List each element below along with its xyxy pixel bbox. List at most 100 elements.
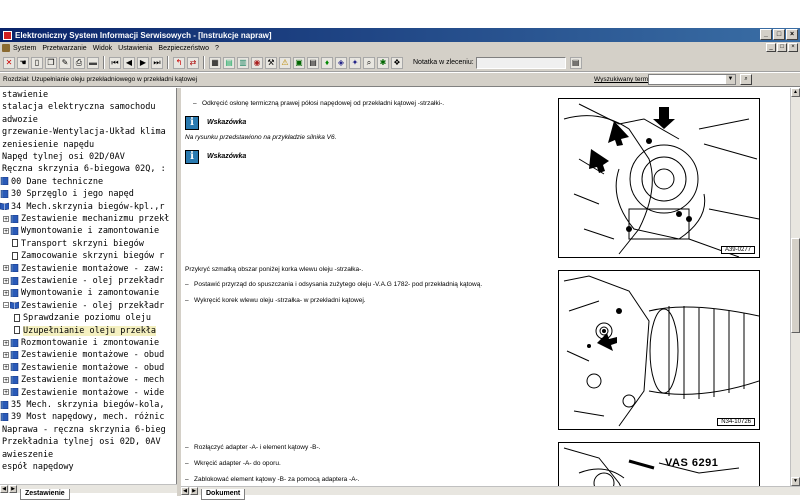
tree-item[interactable]: + Wymontowanie i zamontowanie [3, 287, 159, 299]
tab-dokument[interactable]: Dokument [201, 489, 246, 500]
expand-toggle-icon[interactable]: + [3, 277, 9, 284]
tree-item[interactable]: Naprawa - ręczna skrzynia 6-bieg [2, 424, 166, 436]
warning-icon[interactable]: ⚠ [279, 56, 291, 69]
module-icon[interactable]: ▣ [293, 56, 305, 69]
scroll-right-icon[interactable]: ▶ [190, 487, 198, 495]
previous-page-icon[interactable]: ◀ [123, 56, 135, 69]
collapse-toggle-icon[interactable]: − [3, 302, 9, 309]
tree-item[interactable]: Napęd tylnej osi 02D/0AV [2, 151, 125, 163]
expand-toggle-icon[interactable]: + [3, 227, 9, 234]
tree-item[interactable]: 39 Most napędowy, mech. różnic [0, 411, 165, 423]
tree-item[interactable]: espół napędowy [2, 461, 74, 473]
tree-item[interactable]: + Wymontowanie i zamontowanie [3, 225, 159, 237]
menu-bezpieczenstwo[interactable]: Bezpieczeństwo [158, 45, 209, 52]
new-document-icon[interactable]: ▯ [31, 56, 43, 69]
tree-item[interactable]: zeniesienie napędu [2, 139, 94, 151]
edit-icon[interactable]: ✎ [59, 56, 71, 69]
copy-icon[interactable]: ❐ [45, 56, 57, 69]
swap-icon[interactable]: ⇄ [187, 56, 199, 69]
back-icon[interactable]: ↰ [173, 56, 185, 69]
tree-item[interactable]: + Zestawienie montażowe - mech [3, 374, 164, 386]
tab-zestawienie[interactable]: Zestawienie [20, 489, 70, 500]
tree-item[interactable]: + Zestawienie mechanizmu przekł [3, 213, 169, 225]
document-horizontal-scrollbar[interactable]: ◀ ▶ [181, 486, 800, 495]
settings-icon[interactable]: ✱ [377, 56, 389, 69]
first-page-icon[interactable]: ⏮ [109, 56, 121, 69]
print-icon[interactable]: ⎙ [73, 56, 85, 69]
tree-item[interactable]: Ręczna skrzynia 6-biegowa 02Q, : [2, 163, 166, 175]
mdi-minimize-button[interactable]: _ [766, 43, 776, 52]
mdi-restore-button[interactable]: □ [777, 43, 787, 52]
tree-item[interactable]: − Zestawienie - olej przekładr [3, 300, 164, 312]
scroll-right-icon[interactable]: ▶ [9, 485, 17, 493]
close-button[interactable]: × [786, 29, 798, 40]
mdi-close-button[interactable]: × [788, 43, 798, 52]
menu-system[interactable]: System [13, 45, 36, 52]
document-system-icon[interactable] [2, 44, 10, 52]
diagnostic-icon[interactable]: ♦ [321, 56, 333, 69]
book-green-icon[interactable]: ▥ [237, 56, 249, 69]
menu-widok[interactable]: Widok [93, 45, 112, 52]
tag-icon[interactable]: ❖ [391, 56, 403, 69]
tree-item[interactable]: Uzupełnianie oleju przekła [14, 325, 157, 337]
car-icon[interactable]: ▬ [87, 56, 99, 69]
scroll-left-icon[interactable]: ◀ [181, 487, 189, 495]
expand-toggle-icon[interactable]: + [3, 389, 9, 396]
navigation-tree[interactable]: stawienie stalacja elektryczna samochodu a… [0, 88, 177, 484]
hand-icon[interactable]: ☚ [17, 56, 29, 69]
wrench-icon[interactable]: ⚒ [265, 56, 277, 69]
tree-item[interactable]: + Zestawienie montażowe - zaw: [3, 263, 164, 275]
exit-icon[interactable]: ✕ [3, 56, 15, 69]
tree-item[interactable]: Przekładnia tylnej osi 02D, 0AV [2, 436, 161, 448]
scroll-up-icon[interactable]: ▲ [791, 88, 800, 97]
scroll-left-icon[interactable]: ◀ [0, 485, 8, 493]
scroll-thumb[interactable] [791, 238, 800, 333]
document-vertical-scrollbar[interactable]: ▲ ▼ [790, 88, 800, 486]
tree-item[interactable]: 34 Mech.skrzynia biegów-kpl.,r [0, 201, 165, 213]
tree-item[interactable]: Zamocowanie skrzyni biegów r [3, 250, 164, 262]
menu-ustawienia[interactable]: Ustawienia [118, 45, 152, 52]
tree-item[interactable]: Sprawdzanie poziomu oleju [14, 312, 151, 324]
maximize-button[interactable]: □ [773, 29, 785, 40]
tree-item[interactable]: adwozie [2, 114, 38, 126]
tree-item[interactable]: stalacja elektryczna samochodu [2, 101, 156, 113]
tree-item[interactable]: Transport skrzyni biegów [3, 238, 144, 250]
tool-icon[interactable]: ✦ [349, 56, 361, 69]
grid-icon[interactable]: ▦ [209, 56, 221, 69]
scroll-down-icon[interactable]: ▼ [791, 477, 800, 486]
expand-toggle-icon[interactable]: + [3, 339, 9, 346]
tree-item[interactable]: 35 Mech. skrzynia biegów-kola, [0, 399, 165, 411]
expand-toggle-icon[interactable]: + [3, 265, 9, 272]
last-page-icon[interactable]: ⏭ [151, 56, 163, 69]
notatka-edit-icon[interactable]: ▤ [569, 56, 582, 69]
book-icon[interactable]: ▤ [223, 56, 235, 69]
tree-item[interactable]: awieszenie [2, 449, 53, 461]
tree-item[interactable]: + Zestawienie montażowe - obud [3, 349, 164, 361]
tree-item[interactable]: + Zestawienie montażowe - wide [3, 387, 164, 399]
tree-item[interactable]: grzewanie-Wentylacja-Układ klima [2, 126, 166, 138]
minimize-button[interactable]: _ [760, 29, 772, 40]
menu-help[interactable]: ? [215, 45, 219, 52]
expand-toggle-icon[interactable]: + [3, 364, 9, 371]
tree-item[interactable]: + Rozmontowanie i zmontowanie [3, 337, 159, 349]
tree-item[interactable]: + Zestawienie montażowe - obud [3, 362, 164, 374]
bulb-icon[interactable]: ◈ [335, 56, 347, 69]
disc-icon[interactable]: ◉ [251, 56, 263, 69]
menu-przetwarzanie[interactable]: Przetwarzanie [42, 45, 86, 52]
notatka-field[interactable] [475, 56, 566, 69]
tree-item[interactable]: 00 Dane techniczne [0, 176, 103, 188]
tree-item[interactable]: + Zestawienie - olej przekładr [3, 275, 164, 287]
next-page-icon[interactable]: ▶ [137, 56, 149, 69]
expand-toggle-icon[interactable]: + [3, 289, 9, 296]
tree-item[interactable]: stawienie [2, 89, 48, 101]
tree-item[interactable]: 30 Sprzęglo i jego napęd [0, 188, 134, 200]
expand-toggle-icon[interactable]: + [3, 351, 9, 358]
window-title-bar[interactable]: Elektroniczny System Informacji Serwisow… [0, 28, 800, 42]
expand-toggle-icon[interactable]: + [3, 376, 9, 383]
expand-toggle-icon[interactable]: + [3, 215, 9, 222]
chevron-down-icon[interactable]: ▼ [726, 75, 735, 84]
search-icon[interactable]: ⌕ [363, 56, 375, 69]
search-button[interactable]: ⌕ [740, 74, 752, 85]
document-icon[interactable]: ▤ [307, 56, 319, 69]
search-combobox[interactable]: ▼ [648, 74, 736, 85]
